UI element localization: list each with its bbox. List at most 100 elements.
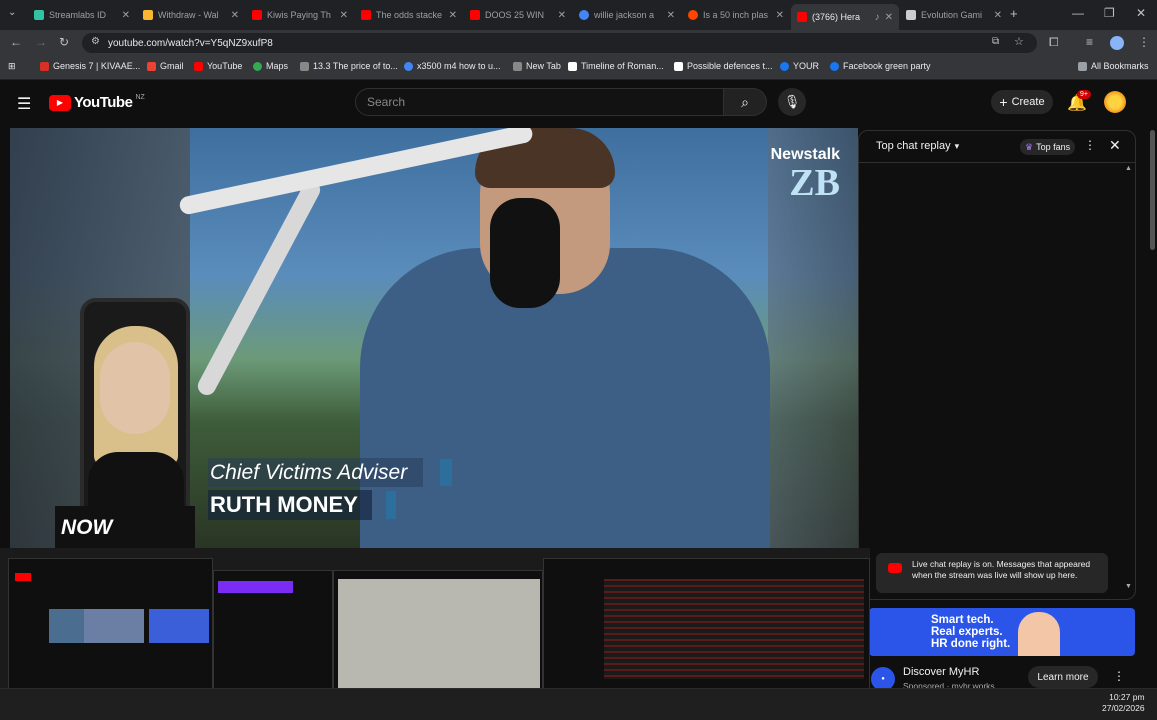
search-input[interactable]: Search: [355, 88, 724, 116]
bookmark-item[interactable]: Maps: [253, 61, 288, 71]
chat-mode-dropdown[interactable]: Top chat replay ▾: [876, 140, 959, 152]
bookmark-favicon-icon: [674, 61, 683, 71]
menu-kebab-icon[interactable]: ⋮: [1138, 35, 1150, 49]
create-button[interactable]: + Create: [991, 90, 1053, 114]
ad-line: HR done right.: [931, 638, 1011, 650]
lower-third-title: Chief Victims Adviser: [208, 458, 424, 487]
tab-close-icon[interactable]: ✕: [558, 10, 566, 21]
extensions-icon[interactable]: ⧠: [1049, 35, 1059, 50]
system-clock[interactable]: 10:27 pm 27/02/2026: [1102, 692, 1145, 714]
tab-title: Kiwis Paying Th: [267, 10, 331, 20]
tab-close-icon[interactable]: ✕: [994, 10, 1002, 21]
browser-tab[interactable]: The odds stacke ✕: [355, 4, 463, 26]
chat-title-label: Top chat replay: [876, 140, 951, 152]
browser-tab[interactable]: Evolution Gami ✕: [900, 4, 1008, 26]
tab-favicon-icon: [34, 10, 44, 20]
scroll-down-icon[interactable]: ▼: [1125, 583, 1132, 590]
region-code: NZ: [135, 94, 145, 101]
learn-more-button[interactable]: Learn more: [1028, 666, 1098, 688]
tab-close-icon[interactable]: ✕: [885, 12, 893, 23]
tab-favicon-icon: [143, 10, 153, 20]
sidepanel-icon[interactable]: ≡: [1086, 35, 1093, 49]
ad-more-icon[interactable]: ⋮: [1113, 669, 1125, 683]
tab-close-icon[interactable]: ✕: [231, 10, 239, 21]
bookmark-item[interactable]: YOUR: [780, 61, 819, 71]
create-label: Create: [1011, 96, 1045, 108]
account-avatar[interactable]: [1104, 91, 1126, 113]
search-button[interactable]: ⌕: [724, 88, 767, 116]
close-window-icon[interactable]: ✕: [1136, 6, 1146, 20]
bookmark-favicon-icon: [513, 61, 522, 71]
browser-tab[interactable]: Withdraw - Wal ✕: [137, 4, 245, 26]
mini-screen-youtube: [8, 558, 213, 708]
bookmark-item[interactable]: New Tab: [513, 61, 561, 71]
mini-thumbnail-image: [84, 609, 144, 643]
chat-scrollbar[interactable]: ▲ ▼: [1125, 165, 1133, 590]
tab-audio-icon[interactable]: ♪: [875, 12, 880, 23]
page-scrollbar-thumb[interactable]: [1150, 130, 1155, 250]
video-player[interactable]: Newstalk ZB Chief Victims Adviser RUTH M…: [10, 128, 858, 548]
crown-icon: ♛: [1025, 141, 1034, 152]
bookmark-star-icon[interactable]: ☆: [1014, 35, 1024, 48]
tab-search-icon[interactable]: ⌄: [8, 7, 16, 18]
tab-close-icon[interactable]: ✕: [449, 10, 457, 21]
forward-icon[interactable]: →: [35, 35, 47, 49]
profile-avatar-icon[interactable]: [1110, 36, 1124, 50]
bookmark-item[interactable]: Possible defences t...: [674, 61, 773, 71]
clock-date: 27/02/2026: [1102, 703, 1145, 713]
maximize-icon[interactable]: ❐: [1104, 6, 1115, 20]
new-tab-icon[interactable]: +: [1010, 6, 1018, 21]
address-bar[interactable]: ⚙ youtube.com/watch?v=Y5qNZ9xufP8 ⧉ ☆: [82, 33, 1037, 53]
folder-icon: [1078, 61, 1087, 71]
reload-icon[interactable]: ↻: [59, 35, 69, 49]
guest-face-image: [100, 342, 170, 434]
tab-favicon-icon: [470, 10, 480, 20]
browser-tab[interactable]: Kiwis Paying Th ✕: [246, 4, 354, 26]
lower-third-accent: [386, 491, 396, 519]
voice-search-button[interactable]: 🎙: [778, 88, 806, 116]
bookmark-label: YOUR: [793, 61, 820, 71]
bookmark-item[interactable]: YouTube: [194, 61, 242, 71]
apps-grid-icon[interactable]: ⊞: [8, 61, 16, 72]
url-text: youtube.com/watch?v=Y5qNZ9xufP8: [108, 37, 273, 49]
browser-tab[interactable]: willie jackson a ✕: [573, 4, 681, 26]
channel-logo-line2: ZB: [789, 162, 840, 204]
browser-tab[interactable]: Is a 50 inch plas ✕: [682, 4, 790, 26]
bookmark-favicon-icon: [40, 61, 49, 71]
close-chat-icon[interactable]: ✕: [1109, 137, 1121, 154]
tab-title: Streamlabs ID: [49, 10, 107, 20]
browser-tab-active[interactable]: (3766) Hera ♪ ✕: [791, 4, 899, 30]
bookmark-label: Maps: [266, 61, 289, 71]
youtube-notice-icon: [888, 563, 902, 573]
bookmark-item[interactable]: 13.3 The price of to...: [300, 61, 398, 71]
bookmark-label: Possible defences t...: [687, 61, 773, 71]
ad-line: Smart tech.: [931, 614, 994, 626]
ad-title[interactable]: Discover MyHR: [903, 666, 979, 678]
bookmark-item[interactable]: x3500 m4 how to u...: [404, 61, 501, 71]
live-chat-panel: [858, 130, 1136, 600]
youtube-logo[interactable]: ▶ YouTube NZ: [49, 94, 145, 111]
top-fans-button[interactable]: ♛ Top fans: [1020, 139, 1076, 155]
tab-title: DOOS 25 WIN: [485, 10, 545, 20]
bookmark-item[interactable]: Gmail: [147, 61, 184, 71]
bookmark-item[interactable]: Timeline of Roman...: [568, 61, 664, 71]
chat-more-icon[interactable]: ⋮: [1084, 138, 1096, 152]
tab-close-icon[interactable]: ✕: [340, 10, 348, 21]
bookmark-item[interactable]: Genesis 7 | KIVAAE...: [40, 61, 140, 71]
bookmark-item[interactable]: Facebook green party: [830, 61, 931, 71]
tab-close-icon[interactable]: ✕: [667, 10, 675, 21]
hamburger-menu-icon[interactable]: ☰: [17, 94, 31, 114]
now-badge: NOW: [55, 506, 195, 548]
tab-close-icon[interactable]: ✕: [122, 10, 130, 21]
browser-tab[interactable]: DOOS 25 WIN ✕: [464, 4, 572, 26]
all-bookmarks[interactable]: All Bookmarks: [1078, 61, 1149, 71]
minimize-icon[interactable]: —: [1072, 6, 1084, 20]
browser-tab[interactable]: Streamlabs ID ✕: [28, 4, 136, 26]
scroll-up-icon[interactable]: ▲: [1125, 165, 1132, 172]
tab-close-icon[interactable]: ✕: [776, 10, 784, 21]
back-icon[interactable]: ←: [10, 35, 22, 49]
site-info-icon[interactable]: ⚙: [91, 36, 100, 47]
search-icon: ⌕: [741, 93, 749, 110]
channel-logo: Newstalk ZB: [771, 146, 840, 202]
install-app-icon[interactable]: ⧉: [992, 36, 999, 47]
